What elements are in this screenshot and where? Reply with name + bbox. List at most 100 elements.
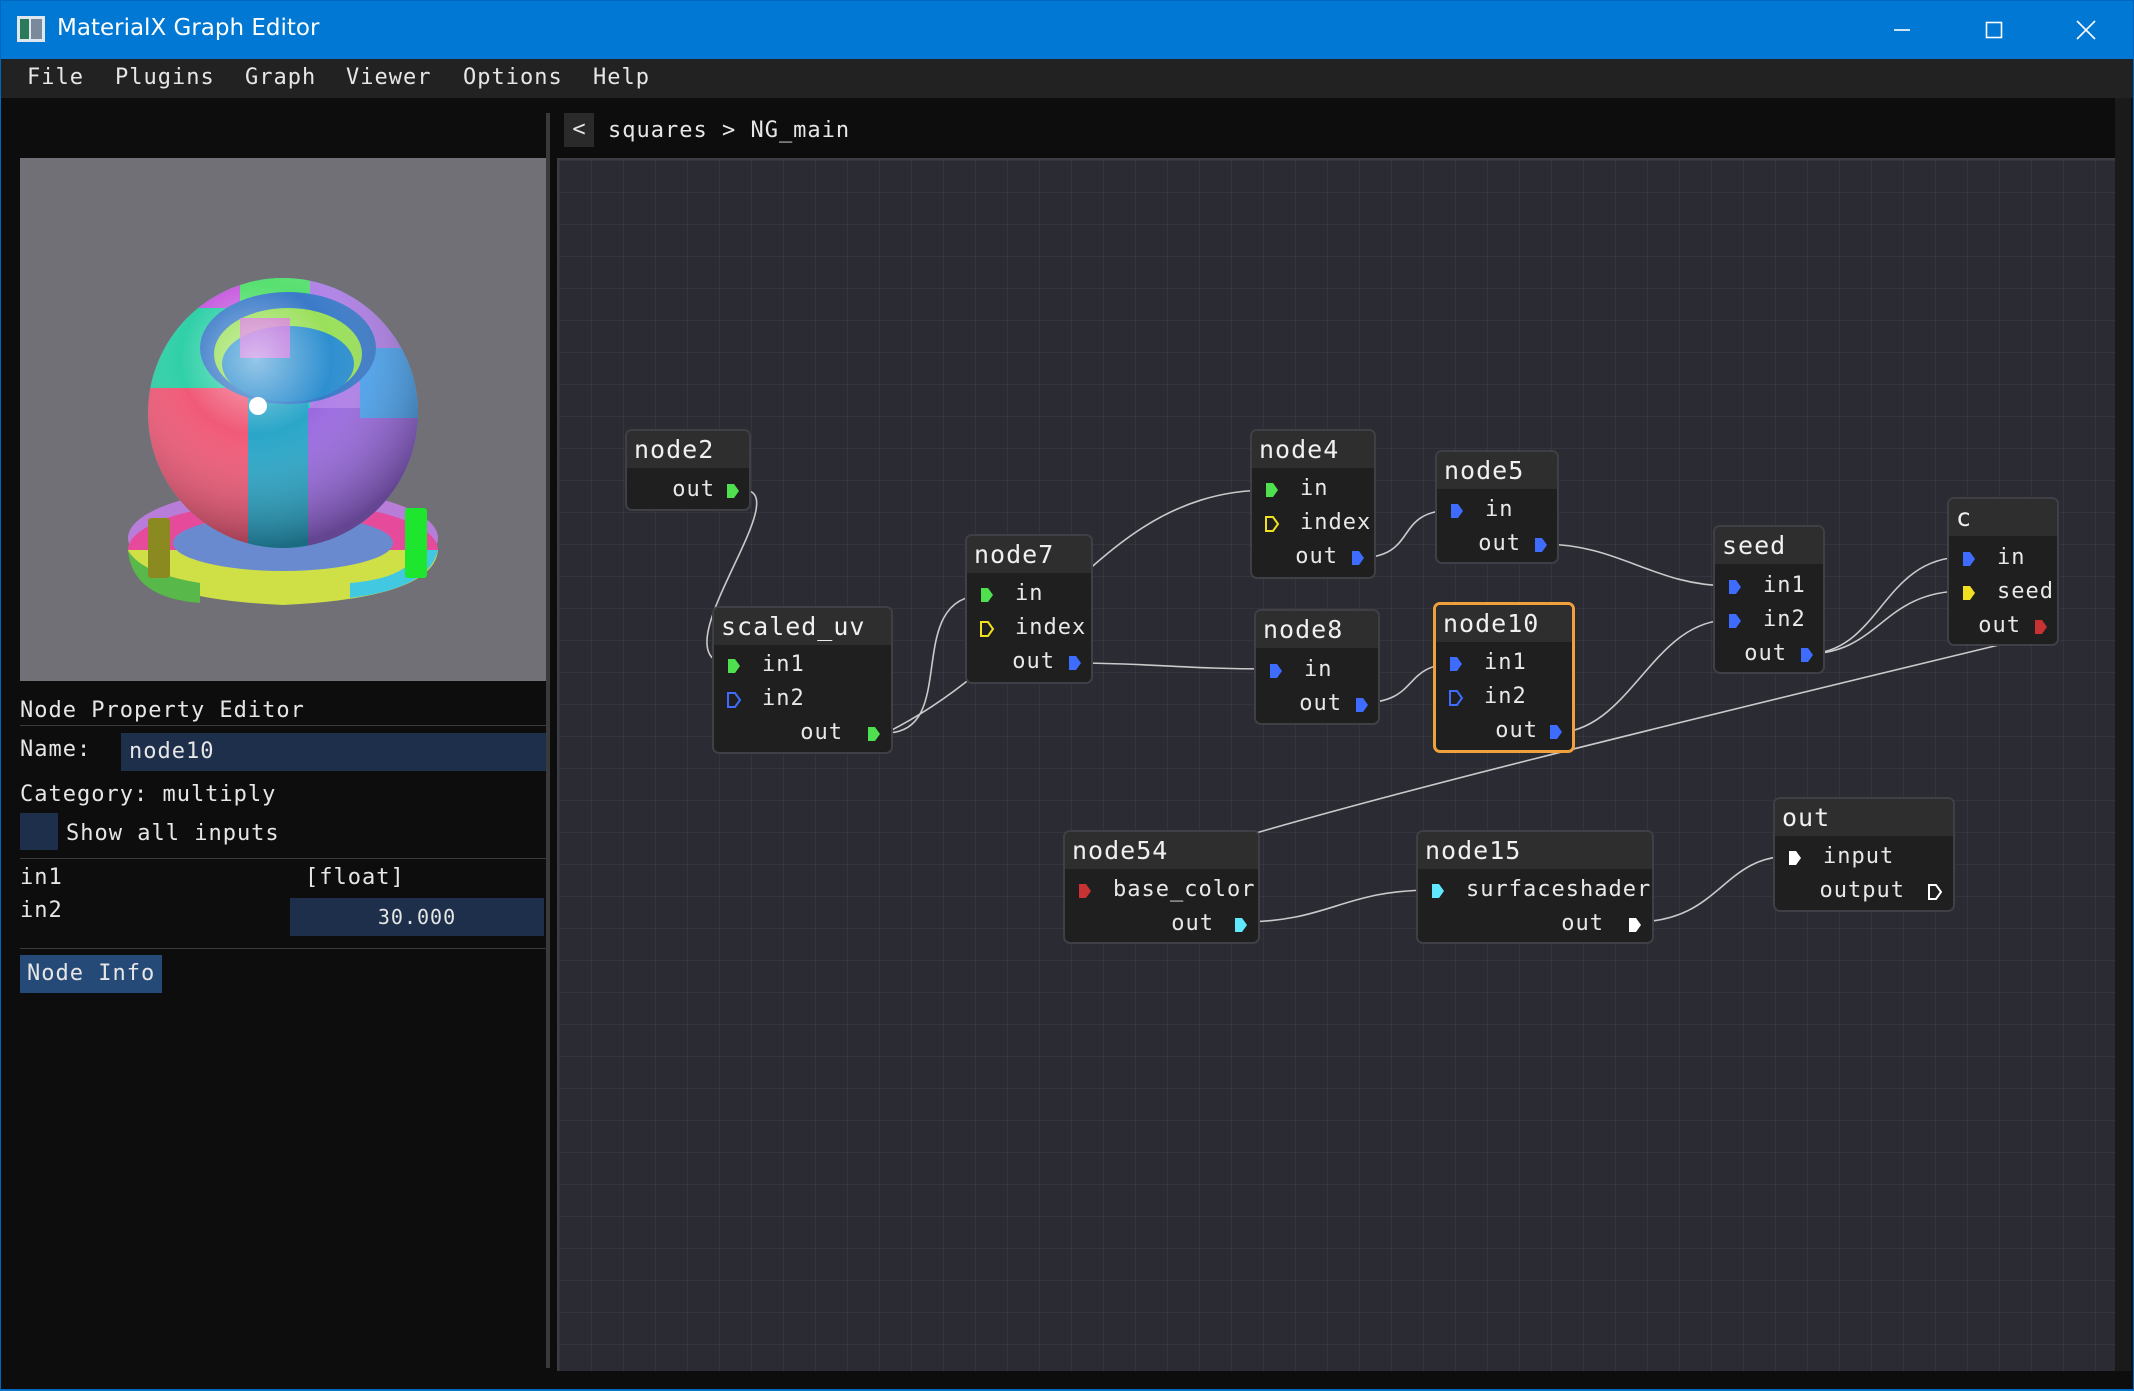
input-pin-in: in [1485,497,1514,522]
vector2-pin-filled-icon[interactable] [1264,482,1280,498]
node-node8[interactable]: node8 in out [1254,609,1380,725]
property-editor-heading: Node Property Editor [20,698,305,723]
divider [20,725,546,726]
surfaceshader-pin-filled-icon[interactable] [1233,917,1249,933]
node-scaled_uv[interactable]: scaled_uv in1 in2 out [712,606,893,754]
integer-pin-outline-icon[interactable] [979,621,995,637]
minimize-button[interactable] [1856,1,1948,59]
node-title: out [1775,799,1953,836]
material-pin-filled-icon[interactable] [1627,917,1643,933]
vector2-pin-filled-icon[interactable] [725,483,741,499]
node-node15[interactable]: node15 surfaceshader out [1416,830,1654,944]
node-title: node4 [1252,431,1374,468]
node-title: node5 [1437,452,1557,489]
material-pin-filled-icon[interactable] [1787,850,1803,866]
node-title: scaled_uv [714,608,891,645]
integer-pin-outline-icon[interactable] [1264,516,1280,532]
menu-options[interactable]: Options [463,65,563,90]
output-pin-out: out [1978,613,2021,638]
node-node54[interactable]: node54 base_color out [1063,830,1260,944]
node-node5[interactable]: node5 in out [1435,450,1559,564]
window-title: MaterialX Graph Editor [57,15,320,41]
color3-pin-filled-icon[interactable] [2033,619,2049,635]
material-pin-outline-icon[interactable] [1927,884,1943,900]
float-pin-filled-icon[interactable] [1727,613,1743,629]
surfaceshader-pin-filled-icon[interactable] [1430,883,1446,899]
minimize-icon [1894,29,1910,31]
menu-viewer[interactable]: Viewer [346,65,431,90]
divider [20,858,546,859]
name-field[interactable]: node10 [121,733,546,771]
node-title: c [1949,499,2057,536]
node-title: node8 [1256,611,1378,648]
menu-plugins[interactable]: Plugins [115,65,215,90]
input-pin-in1: in1 [1484,650,1527,675]
input-pin-seed: seed [1997,579,2054,604]
input-pin-in: in [1015,581,1044,606]
float-pin-filled-icon[interactable] [1548,724,1564,740]
integer-pin-filled-icon[interactable] [1961,585,1977,601]
name-label: Name: [20,737,92,762]
output-pin-output: output [1819,878,1905,903]
node-seed[interactable]: seed in1 in2 out [1713,525,1825,674]
node-node7[interactable]: node7 in index out [965,534,1093,684]
float-pin-filled-icon[interactable] [1448,656,1464,672]
node-c[interactable]: c in seed out [1947,497,2059,646]
panel-splitter[interactable] [546,113,550,1368]
float-pin-filled-icon[interactable] [1961,551,1977,567]
float-pin-filled-icon[interactable] [1727,579,1743,595]
node-title: node15 [1418,832,1652,869]
float-pin-filled-icon[interactable] [1067,655,1083,671]
vector2-pin-filled-icon[interactable] [866,726,882,742]
node-graph-canvas[interactable] [557,158,2117,1373]
float-pin-filled-icon[interactable] [1354,697,1370,713]
in2-value-field[interactable]: 30.000 [290,898,544,936]
input-pin-in2: in2 [1763,607,1806,632]
menu-file[interactable]: File [27,65,84,90]
show-all-inputs-checkbox[interactable] [20,813,58,850]
vector2-pin-filled-icon[interactable] [726,658,742,674]
app-window: MaterialX Graph Editor File Plugins Grap… [0,0,2134,1390]
node-node2[interactable]: node2 out [625,429,751,511]
breadcrumb[interactable]: squares > NG_main [608,118,850,143]
output-pin-out: out [1171,911,1214,936]
input-pin-in: in [1997,545,2026,570]
maximize-button[interactable] [1948,1,2040,59]
vector2-pin-filled-icon[interactable] [979,587,995,603]
close-button[interactable] [2040,1,2132,59]
float-pin-filled-icon[interactable] [1350,550,1366,566]
float-pin-filled-icon[interactable] [1799,647,1815,663]
output-pin-out: out [672,477,715,502]
input-in1-name: in1 [20,865,63,890]
left-panel: Node Property Editor Name: node10 Catego… [3,98,546,1388]
close-icon [2076,20,2096,40]
float-pin-filled-icon[interactable] [1449,503,1465,519]
float-pin-outline-icon[interactable] [1448,690,1464,706]
title-bar: MaterialX Graph Editor [1,1,2133,59]
menu-graph[interactable]: Graph [245,65,316,90]
output-pin-out: out [1561,911,1604,936]
in2-value: 30.000 [377,905,457,929]
color3-pin-filled-icon[interactable] [1077,883,1093,899]
canvas-bottom-edge [554,1371,2132,1388]
input-pin-in2: in2 [762,686,805,711]
node-node10-selected[interactable]: node10 in1 in2 out [1433,602,1575,753]
output-pin-out: out [1295,544,1338,569]
input-in2-name: in2 [20,898,63,923]
back-button[interactable]: < [564,113,594,147]
input-pin-in: in [1304,657,1333,682]
show-all-inputs-label: Show all inputs [66,821,280,846]
node-title: node10 [1436,605,1572,642]
material-preview-viewport[interactable] [20,158,546,681]
menu-help[interactable]: Help [593,65,650,90]
float-pin-filled-icon[interactable] [1268,663,1284,679]
node-info-button-label: Node Info [27,961,156,986]
node-info-button[interactable]: Node Info [20,955,162,993]
input-pin-in1: in1 [762,652,805,677]
float-pin-outline-icon[interactable] [726,692,742,708]
canvas-scrollbar[interactable] [2115,98,2131,1371]
float-pin-filled-icon[interactable] [1533,537,1549,553]
input-pin-in2: in2 [1484,684,1527,709]
node-node4[interactable]: node4 in index out [1250,429,1376,579]
node-out[interactable]: out input output [1773,797,1955,912]
